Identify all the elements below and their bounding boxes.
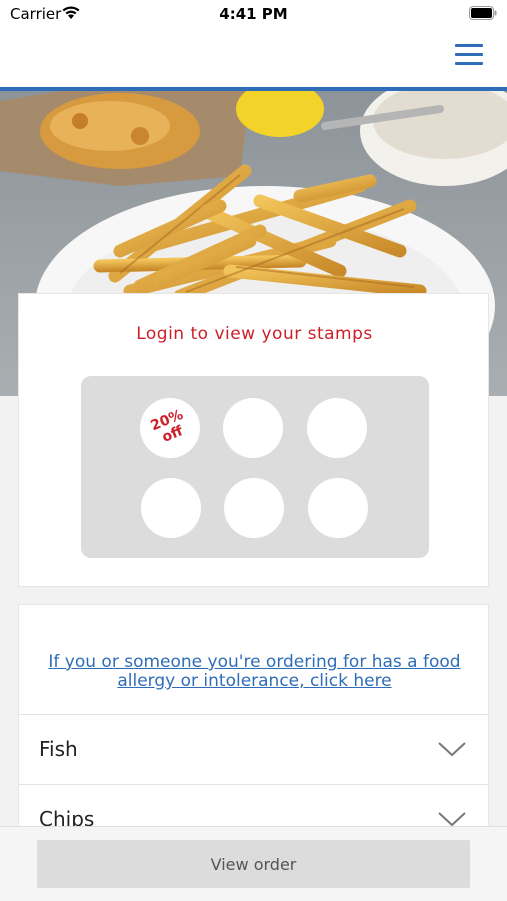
chevron-down-icon bbox=[438, 742, 466, 757]
stamp-slot bbox=[307, 398, 367, 458]
stamp-slot bbox=[223, 398, 283, 458]
stamp-slot: 20% off bbox=[140, 398, 200, 458]
clock: 4:41 PM bbox=[219, 5, 288, 23]
menu-card: If you or someone you're ordering for ha… bbox=[18, 604, 489, 844]
stamp-slot bbox=[224, 478, 284, 538]
stamp-grid: 20% off bbox=[81, 376, 429, 558]
stamp-card: Login to view your stamps 20% off bbox=[18, 293, 489, 587]
stamp-slot bbox=[308, 478, 368, 538]
hamburger-menu-icon[interactable] bbox=[455, 40, 483, 66]
stamp-slot bbox=[141, 478, 201, 538]
stamp-reward-label: 20% off bbox=[148, 406, 186, 446]
login-to-view-stamps-link[interactable]: Login to view your stamps bbox=[19, 324, 490, 344]
category-label: Fish bbox=[39, 737, 78, 761]
chevron-down-icon bbox=[438, 812, 466, 827]
nav-bar bbox=[0, 30, 507, 91]
allergy-info-link[interactable]: If you or someone you're ordering for ha… bbox=[19, 653, 490, 691]
bottom-bar: View order bbox=[0, 826, 507, 901]
status-bar: Carrier 4:41 PM bbox=[0, 0, 507, 30]
category-row-fish[interactable]: Fish bbox=[19, 714, 488, 785]
view-order-button[interactable]: View order bbox=[37, 840, 470, 888]
battery-icon bbox=[469, 6, 497, 20]
